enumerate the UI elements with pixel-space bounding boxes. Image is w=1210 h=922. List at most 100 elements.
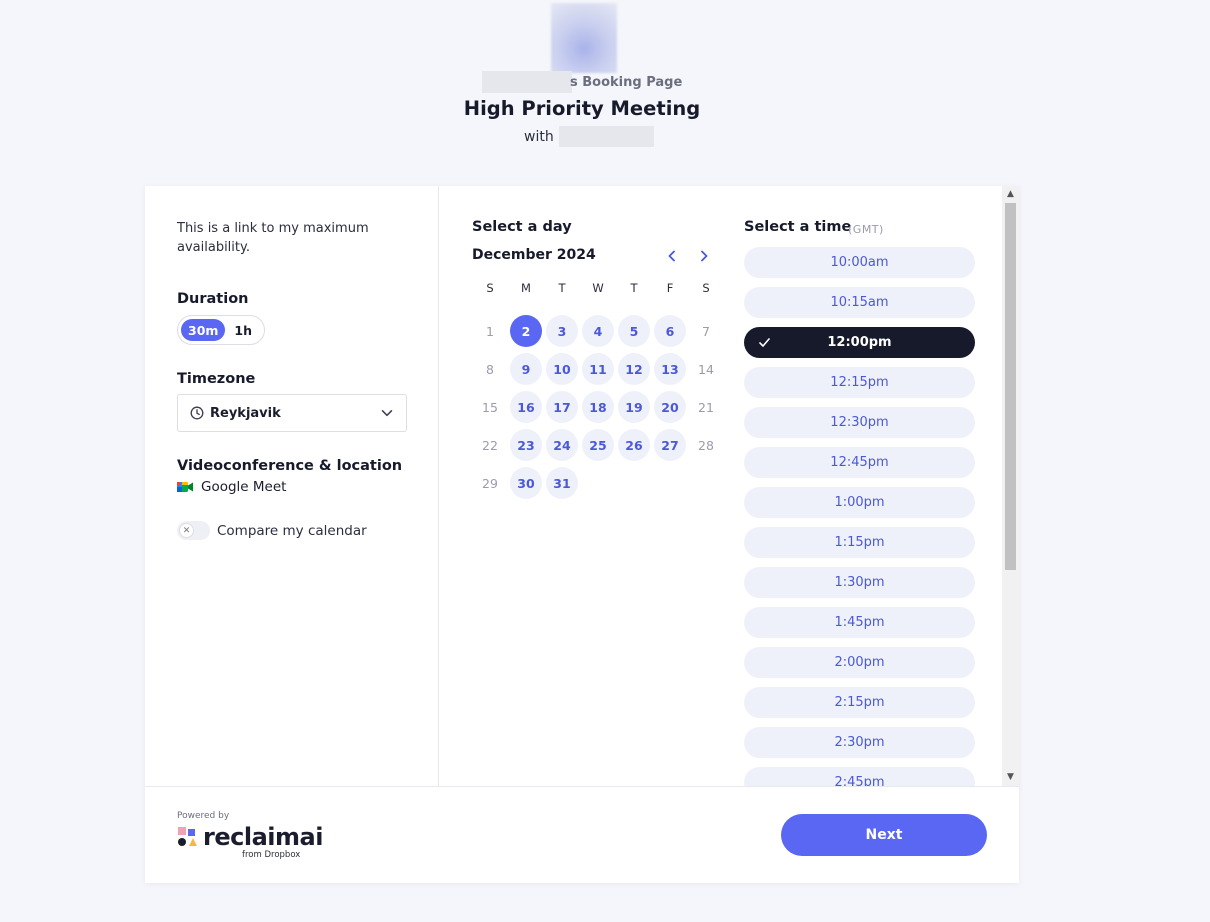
avatar [551, 3, 617, 73]
calendar-day[interactable]: 19 [616, 388, 652, 426]
powered-by-label: Powered by [177, 811, 230, 821]
calendar-pane: Select a day December 2024 SMTWTFS123456… [440, 186, 736, 786]
calendar-day[interactable]: 25 [580, 426, 616, 464]
calendar-day: 1 [472, 312, 508, 350]
time-slot[interactable]: 2:15pm [744, 687, 975, 718]
time-slot[interactable]: 12:45pm [744, 447, 975, 478]
select-day-title: Select a day [472, 219, 572, 235]
time-slot-label: 12:15pm [830, 375, 889, 390]
calendar-day[interactable]: 10 [544, 350, 580, 388]
calendar-day-number: 9 [510, 353, 542, 385]
calendar-day-number: 24 [546, 429, 578, 461]
booking-card: This is a link to my maximum availabilit… [145, 186, 1019, 883]
calendar-day[interactable]: 20 [652, 388, 688, 426]
calendar-day-number: 14 [698, 361, 714, 377]
calendar-day: 21 [688, 388, 724, 426]
chevron-right-icon [701, 250, 708, 262]
calendar-day[interactable]: 24 [544, 426, 580, 464]
booking-page-title: s Booking Page [570, 75, 683, 90]
calendar-day: 28 [688, 426, 724, 464]
calendar-day[interactable]: 23 [508, 426, 544, 464]
meeting-title: High Priority Meeting [463, 97, 701, 120]
previous-month-button[interactable] [662, 246, 682, 266]
calendar-day[interactable]: 17 [544, 388, 580, 426]
close-icon: ✕ [179, 523, 194, 538]
calendar-day-number: 31 [546, 467, 578, 499]
logo-subtitle: from Dropbox [242, 850, 301, 860]
weekday-header: F [666, 281, 674, 295]
calendar-day-number: 30 [510, 467, 542, 499]
weekday-header: W [592, 281, 604, 295]
time-slot-label: 1:45pm [834, 615, 885, 630]
calendar-day-number: 23 [510, 429, 542, 461]
time-slot-label: 10:15am [830, 295, 889, 310]
time-slot[interactable]: 1:45pm [744, 607, 975, 638]
time-slot[interactable]: 2:45pm [744, 767, 975, 786]
next-month-button[interactable] [694, 246, 714, 266]
calendar-day-number: 3 [546, 315, 578, 347]
compare-calendar-row: ✕ Compare my calendar [177, 521, 367, 540]
time-slot[interactable]: 1:15pm [744, 527, 975, 558]
calendar-day: 29 [472, 464, 508, 502]
clock-icon [190, 406, 204, 420]
time-slot[interactable]: 12:30pm [744, 407, 975, 438]
calendar-day-number: 12 [618, 353, 650, 385]
calendar-day[interactable]: 5 [616, 312, 652, 350]
time-slot[interactable]: 12:15pm [744, 367, 975, 398]
calendar-day-number: 17 [546, 391, 578, 423]
time-slot-label: 10:00am [830, 255, 889, 270]
time-slot-selected[interactable]: 12:00pm [744, 327, 975, 358]
calendar-day[interactable]: 2 [508, 312, 544, 350]
calendar-day[interactable]: 31 [544, 464, 580, 502]
calendar-day-number: 25 [582, 429, 614, 461]
details-pane: This is a link to my maximum availabilit… [145, 186, 439, 786]
duration-label: Duration [177, 291, 249, 307]
calendar-day[interactable]: 27 [652, 426, 688, 464]
calendar-day[interactable]: 16 [508, 388, 544, 426]
calendar-day-number: 28 [698, 437, 714, 453]
calendar-day[interactable]: 9 [508, 350, 544, 388]
scroll-up-arrow-icon[interactable]: ▲ [1002, 186, 1019, 203]
time-slot[interactable]: 1:30pm [744, 567, 975, 598]
time-slot-label: 2:00pm [834, 655, 885, 670]
timezone-select[interactable]: Reykjavik [177, 394, 407, 432]
calendar-day[interactable]: 11 [580, 350, 616, 388]
calendar-day[interactable]: 30 [508, 464, 544, 502]
time-slot[interactable]: 10:00am [744, 247, 975, 278]
calendar-day-number: 5 [618, 315, 650, 347]
calendar-day-number: 4 [582, 315, 614, 347]
google-meet-icon [177, 482, 193, 492]
calendar-day[interactable]: 26 [616, 426, 652, 464]
duration-option-30m[interactable]: 30m [181, 319, 226, 341]
calendar-day[interactable]: 6 [652, 312, 688, 350]
timezone-value: Reykjavik [210, 405, 281, 421]
time-slot[interactable]: 1:00pm [744, 487, 975, 518]
owner-name-redacted [482, 71, 572, 93]
scrollbar[interactable]: ▲ ▼ [1002, 186, 1019, 786]
time-slot-label: 2:45pm [834, 775, 885, 786]
calendar-day: 14 [688, 350, 724, 388]
calendar-day[interactable]: 18 [580, 388, 616, 426]
time-slot-label: 1:00pm [834, 495, 885, 510]
scroll-down-arrow-icon[interactable]: ▼ [1002, 769, 1019, 786]
calendar-day[interactable]: 3 [544, 312, 580, 350]
time-slot[interactable]: 2:30pm [744, 727, 975, 758]
time-slot[interactable]: 10:15am [744, 287, 975, 318]
calendar-day[interactable]: 13 [652, 350, 688, 388]
duration-toggle: 30m 1h [177, 315, 265, 345]
next-button[interactable]: Next [781, 814, 987, 856]
month-label: December 2024 [472, 247, 596, 263]
time-slot-label: 1:15pm [834, 535, 885, 550]
calendar-day[interactable]: 12 [616, 350, 652, 388]
time-slot-label: 12:30pm [830, 415, 889, 430]
calendar-day[interactable]: 4 [580, 312, 616, 350]
calendar-day-number: 2 [510, 315, 542, 347]
calendar-day-number: 18 [582, 391, 614, 423]
weekday-header: S [702, 281, 710, 295]
compare-calendar-toggle[interactable]: ✕ [177, 521, 210, 540]
duration-option-1h[interactable]: 1h [225, 319, 261, 341]
time-slot[interactable]: 2:00pm [744, 647, 975, 678]
time-slot-list: 10:00am 10:15am 12:00pm 12:15pm 12:30pm 12:45… [744, 247, 975, 786]
timezone-label: Timezone [177, 371, 256, 387]
scroll-thumb[interactable] [1005, 203, 1016, 570]
